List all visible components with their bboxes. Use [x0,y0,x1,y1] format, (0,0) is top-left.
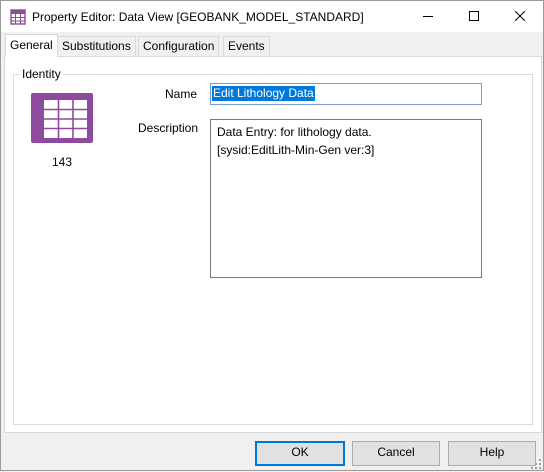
general-panel: Identity 143 Name Edit Lithology Data De… [4,56,542,433]
close-button[interactable] [497,1,543,32]
tab-configuration[interactable]: Configuration [138,36,220,56]
maximize-icon [469,10,479,24]
description-label: Description [138,121,199,135]
maximize-button[interactable] [451,1,497,32]
minimize-icon [423,10,433,24]
name-value: Edit Lithology Data [212,86,315,101]
title-bar[interactable]: Property Editor: Data View [GEOBANK_MODE… [1,1,543,32]
cancel-button[interactable]: Cancel [352,441,440,466]
description-textarea[interactable]: Data Entry: for lithology data. [sysid:E… [210,119,482,278]
name-input[interactable]: Edit Lithology Data [210,83,482,105]
minimize-button[interactable] [405,1,451,32]
tab-events[interactable]: Events [223,36,270,56]
tab-substitutions[interactable]: Substitutions [57,36,136,56]
object-id: 143 [51,155,73,169]
window-title: Property Editor: Data View [GEOBANK_MODE… [32,10,364,24]
table-icon [31,93,93,143]
resize-grip-icon[interactable] [531,458,541,469]
help-button[interactable]: Help [448,441,536,466]
property-editor-window: Property Editor: Data View [GEOBANK_MODE… [0,0,544,471]
tab-general[interactable]: General [5,34,58,57]
table-icon [10,9,26,25]
identity-group: Identity 143 Name Edit Lithology Data De… [13,67,533,425]
description-line: [sysid:EditLith-Min-Gen ver:3] [217,143,375,157]
tab-strip: General Substitutions Configuration Even… [5,34,541,57]
description-line: Data Entry: for lithology data. [217,125,372,139]
close-icon [514,10,526,24]
ok-button[interactable]: OK [255,441,345,466]
name-label: Name [165,87,198,101]
identity-group-label: Identity [20,67,63,81]
